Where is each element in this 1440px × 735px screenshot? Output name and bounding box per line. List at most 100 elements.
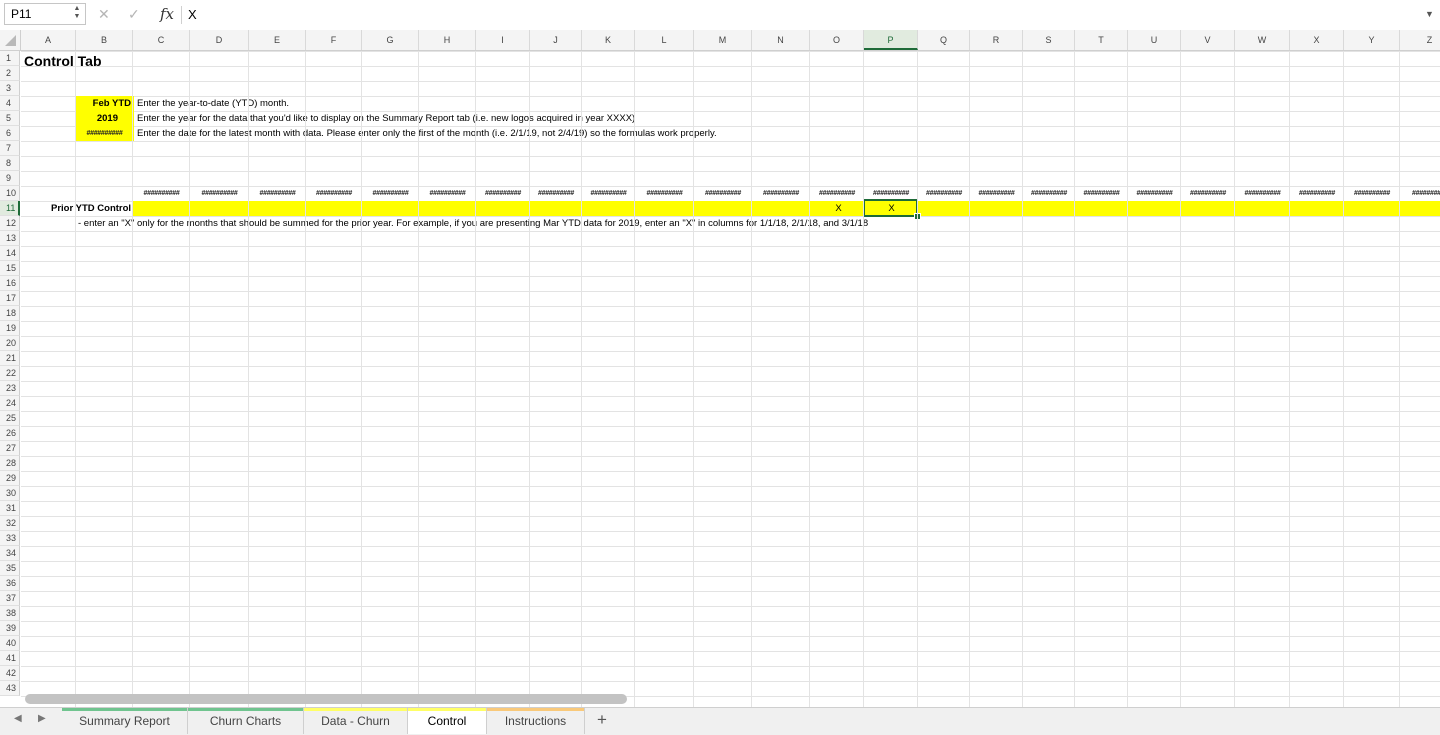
cell-q10[interactable]: ##########	[919, 186, 969, 201]
column-header-p[interactable]: P	[864, 30, 918, 50]
column-header-t[interactable]: T	[1075, 30, 1128, 50]
row-header-40[interactable]: 40	[0, 636, 20, 651]
row-header-24[interactable]: 24	[0, 396, 20, 411]
column-header-o[interactable]: O	[810, 30, 864, 50]
row-header-17[interactable]: 17	[0, 291, 20, 306]
sheet-tab-churn-charts[interactable]: Churn Charts	[188, 708, 304, 734]
column-header-l[interactable]: L	[635, 30, 694, 50]
row-header-33[interactable]: 33	[0, 531, 20, 546]
column-header-d[interactable]: D	[190, 30, 249, 50]
prev-sheet-icon[interactable]: ◀	[14, 713, 22, 724]
cell-e10[interactable]: ##########	[250, 186, 305, 201]
row-header-26[interactable]: 26	[0, 426, 20, 441]
column-header-y[interactable]: Y	[1344, 30, 1400, 50]
column-header-b[interactable]: B	[76, 30, 133, 50]
cell-b12[interactable]: - enter an "X" only for the months that …	[78, 216, 978, 231]
row-header-34[interactable]: 34	[0, 546, 20, 561]
row-header-4[interactable]: 4	[0, 96, 20, 111]
cell-u10[interactable]: ##########	[1129, 186, 1180, 201]
column-header-e[interactable]: E	[249, 30, 306, 50]
row-header-7[interactable]: 7	[0, 141, 20, 156]
cell-area[interactable]: Control Tab Feb YTD Enter the year-to-da…	[21, 51, 1440, 707]
column-header-r[interactable]: R	[970, 30, 1023, 50]
column-header-w[interactable]: W	[1235, 30, 1290, 50]
cell-c5[interactable]: Enter the year for the data that you'd l…	[135, 111, 935, 126]
column-header-i[interactable]: I	[476, 30, 530, 50]
cell-z10[interactable]: ##########	[1401, 186, 1440, 201]
row-header-36[interactable]: 36	[0, 576, 20, 591]
row-header-14[interactable]: 14	[0, 246, 20, 261]
row-header-13[interactable]: 13	[0, 231, 20, 246]
row-header-41[interactable]: 41	[0, 651, 20, 666]
column-header-u[interactable]: U	[1128, 30, 1181, 50]
cell-f10[interactable]: ##########	[307, 186, 361, 201]
row-header-25[interactable]: 25	[0, 411, 20, 426]
sheet-tab-summary-report[interactable]: Summary Report	[62, 708, 188, 734]
row-header-39[interactable]: 39	[0, 621, 20, 636]
cell-v10[interactable]: ##########	[1182, 186, 1234, 201]
select-all-corner[interactable]	[0, 30, 21, 50]
cell-d10[interactable]: ##########	[191, 186, 248, 201]
row-header-35[interactable]: 35	[0, 561, 20, 576]
formula-bar-expand-icon[interactable]: ▼	[1425, 9, 1434, 19]
cell-m10[interactable]: ##########	[695, 186, 751, 201]
cell-l10[interactable]: ##########	[636, 186, 693, 201]
row-header-21[interactable]: 21	[0, 351, 20, 366]
row-header-31[interactable]: 31	[0, 501, 20, 516]
row-header-27[interactable]: 27	[0, 441, 20, 456]
next-sheet-icon[interactable]: ▶	[38, 713, 46, 724]
row-header-16[interactable]: 16	[0, 276, 20, 291]
cell-t10[interactable]: ##########	[1076, 186, 1127, 201]
cell-x10[interactable]: ##########	[1291, 186, 1343, 201]
cell-k10[interactable]: ##########	[583, 186, 634, 201]
row-header-8[interactable]: 8	[0, 156, 20, 171]
cell-b6[interactable]: ##########	[75, 126, 134, 141]
row-header-42[interactable]: 42	[0, 666, 20, 681]
cell-r10[interactable]: ##########	[971, 186, 1022, 201]
cell-b11[interactable]: Prior YTD Control	[51, 201, 131, 216]
name-box-stepper-icon[interactable]: ▲ ▼	[72, 5, 82, 23]
column-header-m[interactable]: M	[694, 30, 752, 50]
column-header-g[interactable]: G	[362, 30, 419, 50]
row-header-29[interactable]: 29	[0, 471, 20, 486]
row-header-43[interactable]: 43	[0, 681, 20, 696]
cell-y10[interactable]: ##########	[1345, 186, 1399, 201]
sheet-tab-data-churn[interactable]: Data - Churn	[304, 708, 408, 734]
cell-i10[interactable]: ##########	[477, 186, 529, 201]
confirm-icon[interactable]: ✓	[128, 6, 140, 23]
column-header-z[interactable]: Z	[1400, 30, 1440, 50]
row-header-9[interactable]: 9	[0, 171, 20, 186]
row-header-20[interactable]: 20	[0, 336, 20, 351]
column-header-c[interactable]: C	[133, 30, 190, 50]
column-header-j[interactable]: J	[530, 30, 582, 50]
column-header-h[interactable]: H	[419, 30, 476, 50]
column-header-a[interactable]: A	[21, 30, 76, 50]
cell-j10[interactable]: ##########	[531, 186, 581, 201]
title-cell[interactable]: Control Tab	[24, 51, 224, 71]
row-header-23[interactable]: 23	[0, 381, 20, 396]
row-header-12[interactable]: 12	[0, 216, 20, 231]
sheet-tab-instructions[interactable]: Instructions	[487, 708, 585, 734]
row-header-15[interactable]: 15	[0, 261, 20, 276]
row-header-10[interactable]: 10	[0, 186, 20, 201]
cell-c6[interactable]: Enter the date for the latest month with…	[135, 126, 935, 141]
row-header-32[interactable]: 32	[0, 516, 20, 531]
cell-c4[interactable]: Enter the year-to-date (YTD) month.	[135, 96, 635, 111]
sheet-tab-control[interactable]: Control	[408, 708, 487, 734]
add-sheet-icon[interactable]: +	[597, 710, 607, 730]
cell-n10[interactable]: ##########	[753, 186, 809, 201]
row-header-22[interactable]: 22	[0, 366, 20, 381]
row-header-30[interactable]: 30	[0, 486, 20, 501]
column-header-k[interactable]: K	[582, 30, 635, 50]
row-header-18[interactable]: 18	[0, 306, 20, 321]
cell-o11[interactable]: X	[813, 201, 864, 216]
column-header-x[interactable]: X	[1290, 30, 1344, 50]
cell-c10[interactable]: ##########	[134, 186, 189, 201]
row-header-38[interactable]: 38	[0, 606, 20, 621]
row-header-37[interactable]: 37	[0, 591, 20, 606]
row-header-1[interactable]: 1	[0, 51, 20, 66]
cell-w10[interactable]: ##########	[1236, 186, 1289, 201]
cell-o10[interactable]: ##########	[811, 186, 863, 201]
row-header-6[interactable]: 6	[0, 126, 20, 141]
column-header-f[interactable]: F	[306, 30, 362, 50]
